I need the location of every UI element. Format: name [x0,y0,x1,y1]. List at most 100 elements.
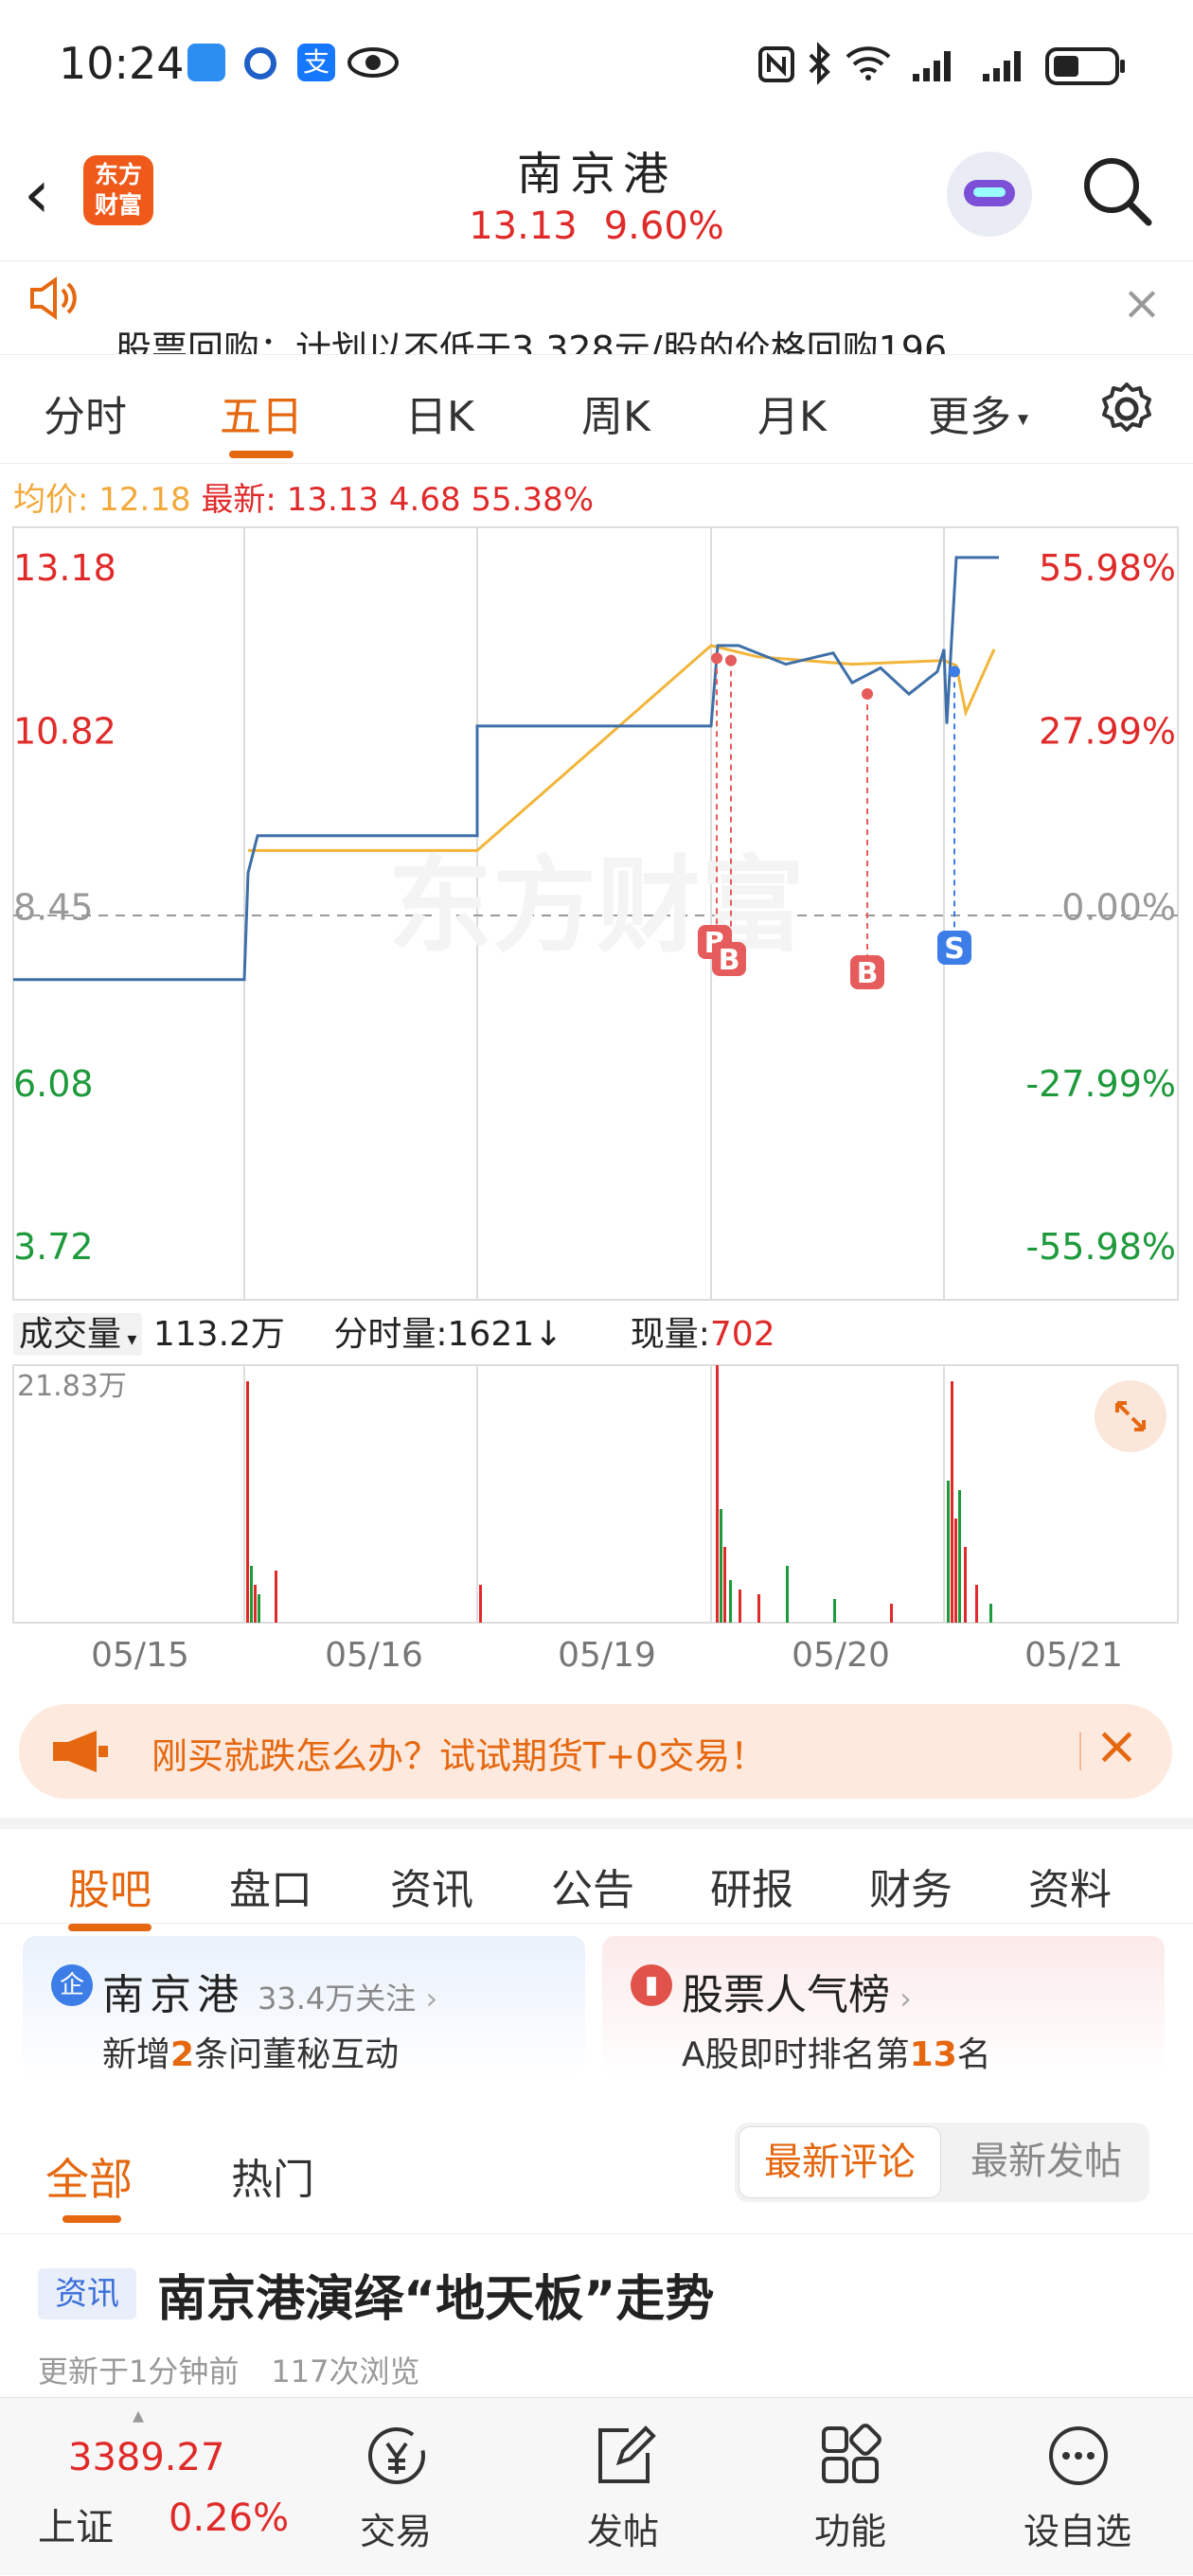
announcement-bar[interactable]: 股票回购：计划以不低于3.328元/股的价格回购196.... × [0,260,1193,355]
gear-icon[interactable] [1096,379,1157,439]
wifi-icon [846,46,891,80]
tab-research[interactable]: 研报 [710,1856,793,1916]
nav-function[interactable]: 功能 [737,2398,964,2576]
volume-selector[interactable]: 成交量 ▾ [13,1313,143,1356]
nav-trade[interactable]: 交易 [282,2398,509,2576]
close-icon[interactable]: × [1122,275,1162,330]
tab-order-book[interactable]: 盘口 [229,1856,312,1916]
index-quote[interactable]: ▴ 3389.27 上证 0.26% [0,2398,289,2576]
y-tick-left: 13.18 [13,547,116,589]
tab-announcements[interactable]: 公告 [551,1856,634,1916]
tab-weekly-k[interactable]: 周K [581,382,650,443]
volume-bar [786,1566,789,1623]
status-bar: 10:24 支 [0,0,1193,133]
robot-assistant-icon[interactable] [947,151,1032,237]
sort-latest-comment[interactable]: 最新评论 [739,2126,941,2198]
futures-promo-banner[interactable]: 刚买就跌怎么办？试试期货T+0交易！ × [19,1704,1172,1799]
tab-news[interactable]: 资讯 [390,1856,473,1916]
y-tick-left: 10.82 [13,710,116,752]
tab-hot[interactable]: 热门 [231,2145,314,2206]
company-icon: 企 [51,1964,93,2006]
volume-header: 成交量 ▾ 113.2万 分时量:1621↓ 现量:702 [13,1306,1187,1358]
avg-label: 均价: [13,481,89,519]
news-views: 117次浏览 [271,2354,420,2389]
volume-bar [729,1580,732,1623]
marker-label: B [857,957,879,990]
volume-bar [964,1547,967,1623]
volume-bar [958,1490,961,1623]
news-meta: 更新于1分钟前 117次浏览 [38,2348,419,2391]
status-time: 10:24 [59,38,185,89]
tab-intraday[interactable]: 分时 [44,382,127,443]
volume-bar [479,1585,482,1623]
stock-header: ‹ 东方财富 南京港 13.13 9.60% [0,133,1193,260]
card-title: 南京港 33.4万关注 › [102,1961,437,2021]
news-item[interactable]: 资讯 南京港演绎“地天板”走势 更新于1分钟前 117次浏览 [0,2253,1193,2395]
stock-name: 南京港 [516,148,676,201]
change-value: 4.68 [388,481,461,519]
volume-bar [250,1566,253,1623]
sub-number: 2 [170,2035,195,2074]
sort-latest-post[interactable]: 最新发帖 [947,2126,1146,2198]
volume-chart[interactable]: 21.83万 [0,1363,1193,1628]
sub-suffix: 条问董秘互动 [194,2035,400,2074]
average-price-line [248,644,996,852]
back-button[interactable]: ‹ [24,161,50,227]
y-tick-left: 3.72 [13,1226,94,1268]
tab-indicator [62,2215,121,2223]
promo-divider [1079,1732,1081,1770]
card-subtitle: 新增2条问董秘互动 [102,2027,399,2076]
stock-price-line: 13.13 9.60% [407,204,786,248]
volume-bars [246,1365,992,1623]
y-tick-right: -27.99% [1025,1063,1176,1105]
logo-text: 东方 [94,161,142,188]
chevron-right-icon: › [416,1981,438,2016]
latest-value: 13.13 [286,481,380,519]
y-tick-right: 55.98% [1039,547,1176,589]
close-icon[interactable]: × [1095,1715,1139,1777]
volume-bar [720,1509,722,1623]
news-tag: 资讯 [38,2268,136,2319]
volume-total: 113.2万 [152,1315,285,1354]
eastmoney-logo[interactable]: 东方 财富 [83,155,153,225]
tab-profile[interactable]: 资料 [1028,1856,1112,1916]
marker-dot [862,688,873,701]
y-tick-left: 8.45 [13,887,94,929]
signal-icon [913,51,951,81]
more-dots-icon [1049,2426,1108,2485]
date-label: 05/15 [91,1636,189,1675]
tab-more[interactable]: 更多 ▾ [928,382,1028,443]
nav-watchlist[interactable]: 设自选 [964,2398,1191,2576]
stock-bar-card[interactable]: 企 南京港 33.4万关注 › 新增2条问董秘互动 [23,1936,585,2078]
volume-bar [947,1481,950,1623]
tab-guba[interactable]: 股吧 [68,1856,151,1931]
tab-monthly-k[interactable]: 月K [757,382,827,443]
nav-post[interactable]: 发帖 [509,2398,737,2576]
app-notification-icon [244,47,276,80]
avg-value: 12.18 [98,481,191,519]
tab-more-label: 更多 [928,393,1011,441]
marker-label: B [719,944,740,977]
tab-all[interactable]: 全部 [45,2145,133,2208]
expand-button[interactable] [1095,1380,1166,1452]
yuan-icon [368,2427,425,2484]
date-label: 05/19 [558,1636,656,1675]
volume-bar [246,1381,249,1623]
tab-five-day[interactable]: 五日 [220,382,303,458]
now-volume-value: 702 [709,1315,775,1354]
marker-dot [725,654,737,666]
logo-text-2: 财富 [94,191,142,219]
index-change: 0.26% [169,2496,290,2540]
sub-prefix: A股即时排名第 [682,2035,910,2074]
tab-finance[interactable]: 财务 [869,1856,953,1916]
eye-icon [347,47,399,78]
stock-change-pct: 9.60% [603,204,724,248]
nav-function-label: 功能 [813,2511,886,2552]
five-day-price-chart[interactable]: 东方财富 13.18 55.98%10.82 27.99%8.45 0.00%6.08… [0,525,1193,1302]
tab-daily-k[interactable]: 日K [405,382,474,443]
popularity-card[interactable]: ▮ 股票人气榜 › A股即时排名第13名 [602,1936,1165,2078]
search-icon[interactable] [1079,153,1155,229]
volume-bar [254,1585,257,1623]
volume-bar [258,1594,260,1623]
bluetooth-icon [809,42,830,85]
